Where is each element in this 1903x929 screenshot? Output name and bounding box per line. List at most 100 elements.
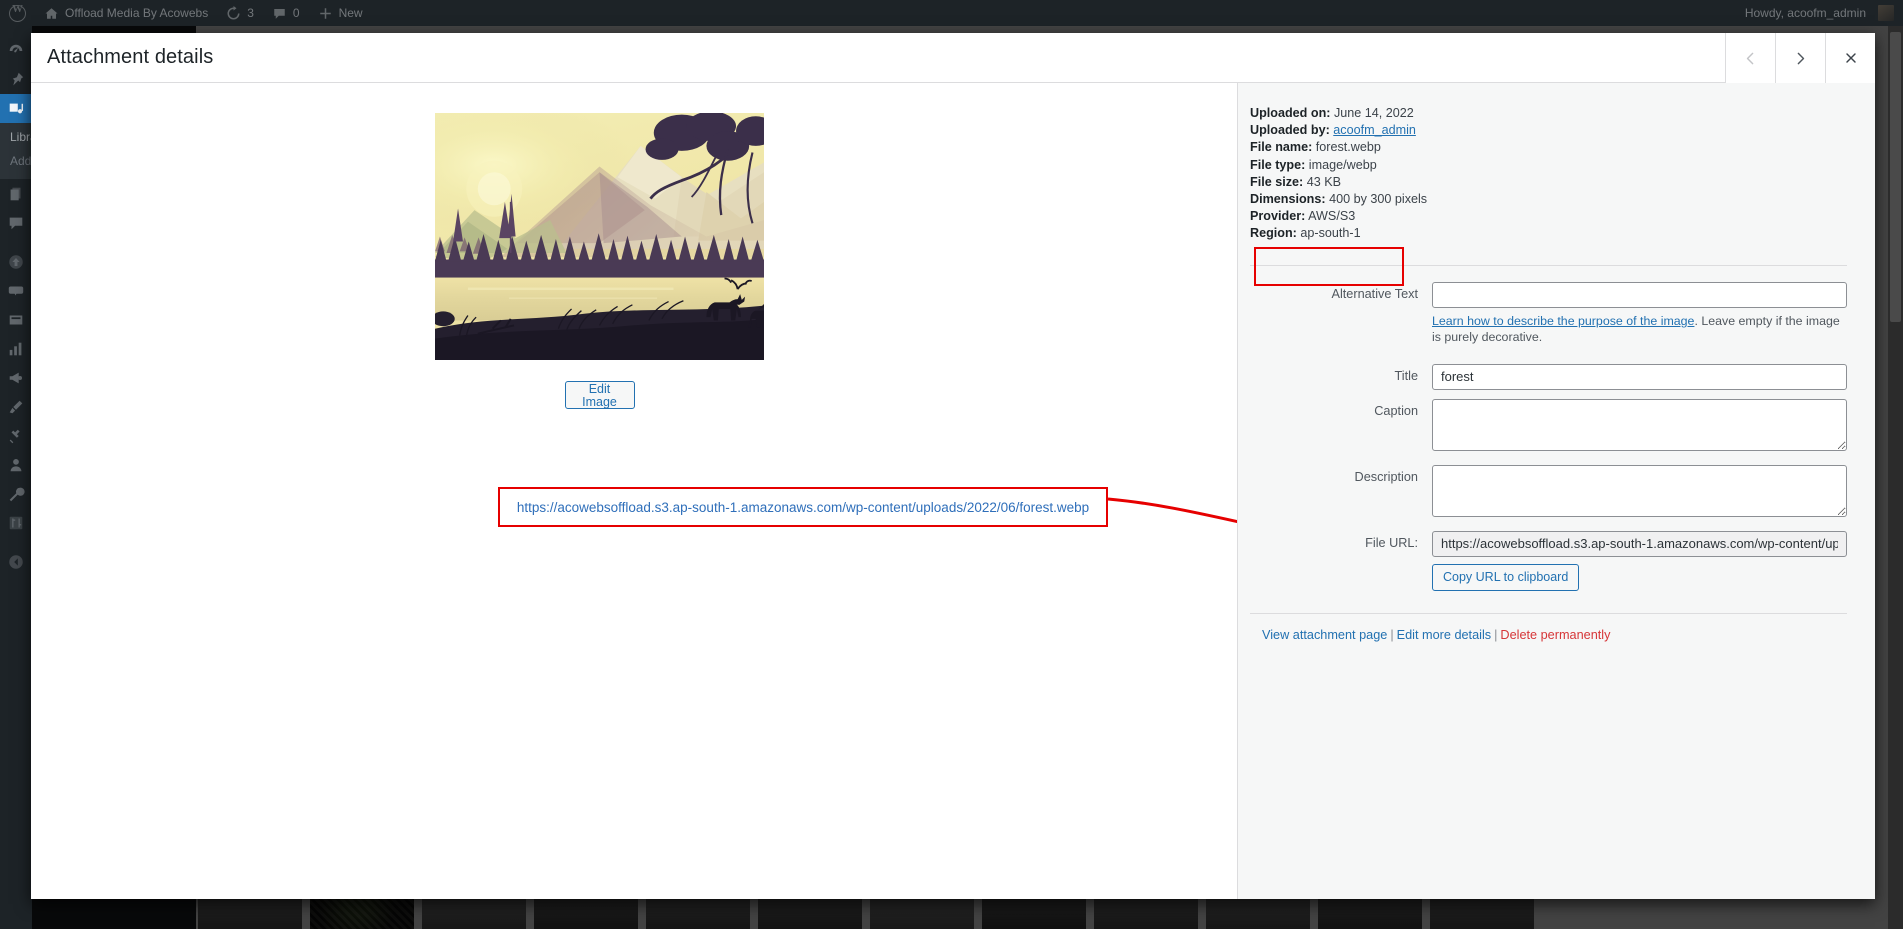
sidebar-item-media-add-new[interactable]: Add New — [10, 149, 32, 173]
meta-provider: Provider: AWS/S3 — [1250, 208, 1847, 225]
title-control — [1432, 363, 1847, 390]
attachment-actions: View attachment page | Edit more details | D… — [1250, 612, 1847, 642]
meta-file-type: File type: image/webp — [1250, 157, 1847, 174]
description-label: Description — [1354, 469, 1418, 484]
copy-url-to-clipboard-button[interactable]: Copy URL to clipboard — [1432, 563, 1580, 591]
meta-label: Region: — [1250, 226, 1297, 241]
sidebar-item-tools[interactable] — [0, 479, 32, 508]
attachment-thumbnail[interactable] — [435, 113, 764, 360]
edit-image-button[interactable]: Edit Image — [564, 381, 635, 409]
attachment-details-modal: Attachment details Edit Image https://ac… — [31, 33, 1875, 899]
meta-value: image/webp — [1308, 157, 1377, 172]
sidebar-item-products[interactable] — [0, 305, 32, 334]
setting-caption: Caption — [1250, 398, 1847, 456]
sidebar-item-users[interactable] — [0, 450, 32, 479]
pin-icon — [7, 71, 25, 89]
attachment-preview-pane: Edit Image https://acowebsoffload.s3.ap-… — [31, 83, 1322, 899]
alternative-text-label: Alternative Text — [1331, 286, 1418, 301]
users-icon — [7, 456, 25, 474]
howdy-label: Howdy, acoofm_admin — [1744, 6, 1866, 20]
sidebar-item-media-library[interactable]: Library — [10, 125, 32, 149]
pages-icon — [7, 185, 25, 203]
sidebar-item-pages[interactable] — [0, 179, 32, 208]
setting-alternative-text: Alternative Text Learn how to describe t… — [1250, 281, 1847, 355]
sidebar-item-marketing[interactable] — [0, 363, 32, 392]
title-label: Title — [1394, 368, 1419, 383]
close-modal-button[interactable] — [1825, 33, 1875, 83]
meta-uploaded-on: Uploaded on: June 14, 2022 — [1250, 105, 1847, 122]
meta-label: Dimensions: — [1250, 192, 1326, 207]
description-textarea[interactable] — [1432, 464, 1847, 517]
alternative-text-help: Learn how to describe the purpose of the… — [1432, 313, 1847, 345]
sidebar-item-analytics[interactable] — [0, 334, 32, 363]
comments-menu[interactable]: 0 — [263, 0, 309, 26]
caption-label: Caption — [1374, 403, 1418, 418]
file-url-label: File URL: — [1365, 535, 1418, 550]
attachment-details-pane: Uploaded on: June 14, 2022 Uploaded by: … — [1237, 83, 1875, 899]
menu-group-separator — [0, 237, 32, 247]
sidebar-item-appearance[interactable] — [0, 392, 32, 421]
meta-label: Provider: — [1250, 209, 1306, 224]
comments-count: 0 — [292, 6, 300, 20]
page-scrollbar[interactable] — [1888, 26, 1903, 929]
next-attachment-button[interactable] — [1775, 33, 1825, 83]
offload-icon — [7, 253, 25, 271]
meta-label: File type: — [1250, 157, 1306, 172]
sidebar-item-posts[interactable] — [0, 65, 32, 94]
alternative-text-input[interactable] — [1432, 281, 1847, 308]
file-url-input[interactable] — [1432, 530, 1847, 557]
attachment-settings-form: Alternative Text Learn how to describe t… — [1250, 264, 1847, 591]
title-input[interactable] — [1432, 363, 1847, 390]
products-icon — [7, 311, 25, 329]
close-icon — [1845, 53, 1856, 63]
new-content-menu[interactable]: New — [309, 0, 372, 26]
marketing-megaphone-icon — [7, 369, 25, 387]
new-content-label: New — [338, 6, 363, 20]
sidebar-item-woocommerce[interactable] — [0, 276, 32, 305]
uploaded-by-link[interactable]: acoofm_admin — [1333, 123, 1416, 137]
annotated-file-url-text: https://acowebsoffload.s3.ap-south-1.ama… — [516, 499, 1090, 515]
caption-textarea[interactable] — [1432, 398, 1847, 451]
sidebar-item-plugins[interactable] — [0, 421, 32, 450]
attachment-thumbnail-wrap: Edit Image — [435, 113, 764, 409]
action-separator: | — [1494, 627, 1498, 642]
wordpress-logo-menu[interactable] — [0, 0, 35, 26]
delete-permanently-link[interactable]: Delete permanently — [1500, 628, 1610, 642]
updates-menu[interactable]: 3 — [217, 0, 263, 26]
my-account-menu[interactable]: Howdy, acoofm_admin — [1736, 0, 1903, 26]
site-name-label: Offload Media By Acowebs — [65, 6, 209, 20]
menu-group-separator — [0, 537, 32, 547]
chevron-right-icon — [1797, 52, 1805, 64]
alt-text-help-link[interactable]: Learn how to describe the purpose of the… — [1432, 314, 1694, 328]
admin-sidebar-menu: Library Add New — [0, 26, 32, 929]
media-icon — [7, 100, 25, 118]
page-title: Attachment details — [47, 46, 214, 68]
sidebar-item-collapse-menu[interactable] — [0, 547, 32, 576]
appearance-brush-icon — [7, 398, 25, 416]
meta-file-size: File size: 43 KB — [1250, 174, 1847, 191]
view-attachment-page-link[interactable]: View attachment page — [1262, 628, 1387, 642]
sidebar-item-media[interactable] — [0, 94, 32, 123]
previous-attachment-button[interactable] — [1725, 33, 1775, 83]
plugins-plug-icon — [7, 427, 25, 445]
sidebar-item-dashboard[interactable] — [0, 36, 32, 65]
wordpress-logo-icon — [9, 3, 26, 22]
sidebar-item-offload-media[interactable] — [0, 247, 32, 276]
edit-more-details-link[interactable]: Edit more details — [1397, 628, 1492, 642]
sidebar-item-settings[interactable] — [0, 508, 32, 537]
site-name-menu[interactable]: Offload Media By Acowebs — [35, 0, 217, 26]
updates-icon — [226, 5, 241, 21]
avatar — [1878, 5, 1894, 21]
action-separator: | — [1390, 627, 1394, 642]
meta-label: File name: — [1250, 140, 1313, 155]
updates-count: 3 — [247, 6, 254, 20]
meta-value: AWS/S3 — [1308, 209, 1356, 224]
page-scrollbar-thumb[interactable] — [1890, 32, 1901, 322]
home-icon — [44, 6, 59, 21]
sidebar-item-comments[interactable] — [0, 208, 32, 237]
caption-control — [1432, 398, 1847, 456]
meta-value: June 14, 2022 — [1333, 106, 1414, 120]
meta-label: Uploaded by: — [1250, 123, 1330, 138]
meta-value: forest.webp — [1315, 140, 1381, 155]
modal-header: Attachment details — [31, 33, 1875, 83]
